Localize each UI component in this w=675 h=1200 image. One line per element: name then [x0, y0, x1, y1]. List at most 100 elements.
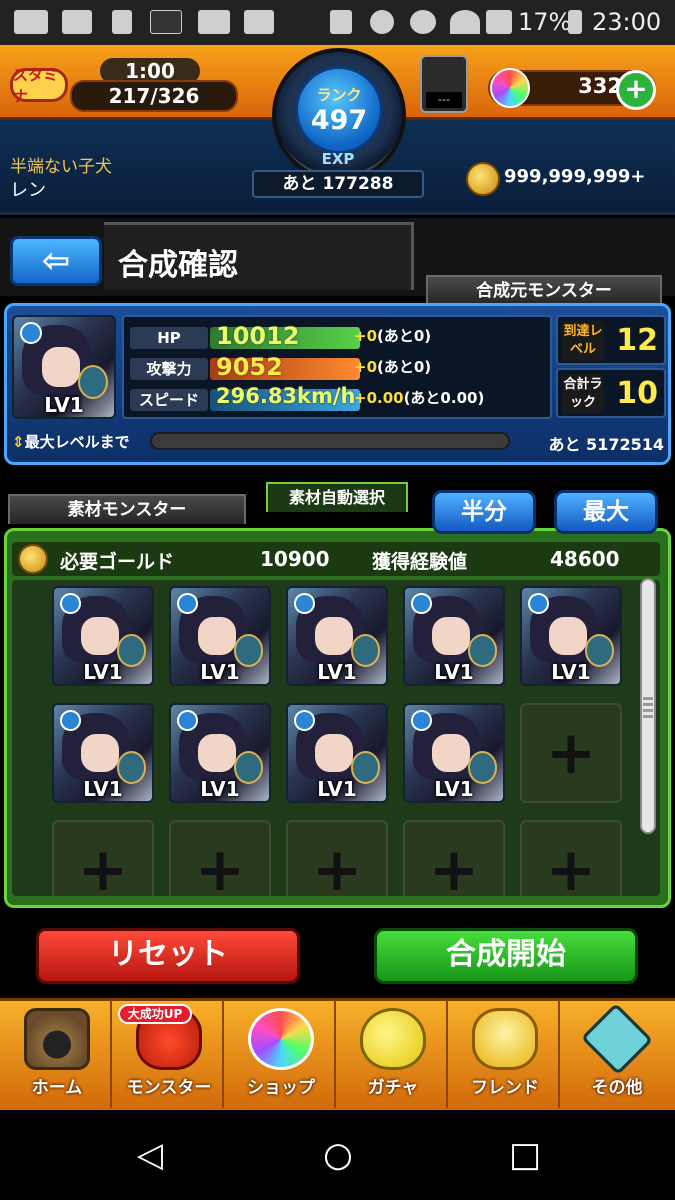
- material-slot[interactable]: LV1: [286, 586, 388, 686]
- nav-home[interactable]: ホーム: [2, 1000, 112, 1108]
- slot-level: LV1: [434, 660, 474, 684]
- base-monster-tab: 合成元モンスター: [426, 275, 662, 305]
- back-button[interactable]: ⇦: [10, 236, 102, 286]
- max-level-remaining: あと 5172514: [548, 435, 664, 454]
- usb-icon: [112, 10, 132, 34]
- material-monster-tab: 素材モンスター: [8, 494, 246, 524]
- rank-value: 497: [310, 105, 368, 136]
- portrait-face: [432, 733, 470, 773]
- nav-label: ガチャ: [367, 1078, 419, 1098]
- empty-material-slot[interactable]: +: [520, 703, 622, 803]
- nav-label: フレンド: [471, 1078, 539, 1098]
- reach-level-box: 到達レベル 12: [556, 315, 666, 365]
- attack-plus: +0(あと0): [354, 356, 431, 377]
- portrait-face: [198, 616, 236, 656]
- material-slot[interactable]: LV1: [286, 703, 388, 803]
- hp-value: 10012: [216, 322, 300, 350]
- rank-badge[interactable]: ランク 497: [295, 66, 383, 154]
- water-element-icon: [20, 322, 42, 344]
- status-bar: 17% 23:00: [0, 0, 675, 45]
- exp-label: EXP: [321, 150, 355, 168]
- speed-label: スピード: [130, 389, 208, 411]
- great-success-badge: 大成功UP: [118, 1004, 192, 1024]
- material-slot[interactable]: LV1: [52, 703, 154, 803]
- message-icon: [14, 10, 48, 34]
- page-title: 合成確認: [118, 248, 238, 283]
- buy-orb-button[interactable]: +: [616, 70, 656, 110]
- material-slot[interactable]: LV1: [52, 586, 154, 686]
- slot-level: LV1: [317, 777, 357, 801]
- nfc-icon: [330, 10, 352, 34]
- player-title: 半端ない子犬: [10, 157, 112, 177]
- hp-plus-value: +0: [354, 327, 378, 345]
- material-grid: LV1 LV1 LV1 LV1 LV1 LV1 LV1 LV1 LV1 + + …: [12, 580, 660, 896]
- portrait-face: [42, 347, 80, 387]
- friend-icon: [472, 1008, 538, 1070]
- speed-value: 296.83km/h: [216, 384, 356, 408]
- material-slot[interactable]: LV1: [520, 586, 622, 686]
- wowma-icon: [198, 10, 230, 34]
- max-level-progress: [150, 432, 510, 450]
- material-slot[interactable]: LV1: [169, 703, 271, 803]
- scroll-grip-icon[interactable]: [643, 697, 653, 721]
- slot-level: LV1: [551, 660, 591, 684]
- half-button[interactable]: 半分: [432, 490, 536, 534]
- empty-material-slot[interactable]: +: [286, 820, 388, 896]
- hp-plus: +0(あと0): [354, 325, 431, 346]
- orb-count: 332: [578, 74, 622, 98]
- slot-level: LV1: [434, 777, 474, 801]
- music-pass-icon: [244, 10, 274, 34]
- required-gold-label: 必要ゴールド: [60, 551, 175, 573]
- slot-level: LV1: [200, 777, 240, 801]
- base-monster-portrait[interactable]: LV1: [12, 315, 116, 419]
- cost-row: 必要ゴールド 10900 獲得経験値 48600: [12, 542, 660, 576]
- exp-remaining: あと 177288: [252, 170, 424, 198]
- stats-box: HP 10012 +0(あと0) 攻撃力 9052 +0(あと0) スピード 2…: [122, 315, 552, 419]
- nav-shop[interactable]: ショップ: [226, 1000, 336, 1108]
- reset-button[interactable]: リセット: [36, 928, 300, 984]
- nav-other[interactable]: その他: [562, 1000, 672, 1108]
- attack-value: 9052: [216, 353, 283, 381]
- nav-gacha[interactable]: ガチャ: [338, 1000, 448, 1108]
- max-level-row: ⇕最大レベルまで あと 5172514: [12, 428, 664, 456]
- item-box-value: ---: [426, 92, 462, 108]
- total-luck-label: 合計ラック: [562, 374, 604, 414]
- max-level-label: ⇕最大レベルまで: [12, 433, 130, 451]
- empty-material-slot[interactable]: +: [520, 820, 622, 896]
- empty-material-slot[interactable]: +: [403, 820, 505, 896]
- android-recent-button[interactable]: □: [505, 1135, 545, 1175]
- auto-select-tab[interactable]: 素材自動選択: [266, 482, 408, 512]
- android-home-button[interactable]: ○: [318, 1135, 358, 1175]
- portrait-face: [432, 616, 470, 656]
- reach-level-value: 12: [616, 323, 658, 358]
- nav-friend[interactable]: フレンド: [450, 1000, 560, 1108]
- exp-gain-label: 獲得経験値: [372, 551, 468, 573]
- total-luck-box: 合計ラック 10: [556, 368, 666, 418]
- portrait-face: [315, 733, 353, 773]
- signal-icon: [486, 10, 512, 34]
- android-back-button[interactable]: ◁: [130, 1135, 170, 1175]
- orb-icon: [490, 68, 530, 108]
- portrait-face: [315, 616, 353, 656]
- material-slot[interactable]: LV1: [403, 703, 505, 803]
- back-arrow-icon: ⇦: [41, 241, 71, 281]
- nav-label: モンスター: [126, 1078, 212, 1098]
- gold-coin-icon: [18, 544, 48, 574]
- status-time: 23:00: [592, 8, 662, 36]
- stamina-value: 217/326: [70, 80, 238, 112]
- attack-remaining: (あと0): [377, 358, 432, 376]
- material-slot[interactable]: LV1: [169, 586, 271, 686]
- shop-orb-icon: [248, 1008, 314, 1070]
- max-button[interactable]: 最大: [554, 490, 658, 534]
- empty-material-slot[interactable]: +: [169, 820, 271, 896]
- alarm-icon: [410, 10, 436, 34]
- start-fusion-button[interactable]: 合成開始: [374, 928, 638, 984]
- gacha-egg-icon: [360, 1008, 426, 1070]
- slot-level: LV1: [83, 777, 123, 801]
- home-icon: [24, 1008, 90, 1070]
- material-slot[interactable]: LV1: [403, 586, 505, 686]
- battery-icon: [568, 10, 582, 34]
- speed-plus-value: +0.00: [354, 389, 404, 407]
- empty-material-slot[interactable]: +: [52, 820, 154, 896]
- player-name: レン: [10, 180, 46, 201]
